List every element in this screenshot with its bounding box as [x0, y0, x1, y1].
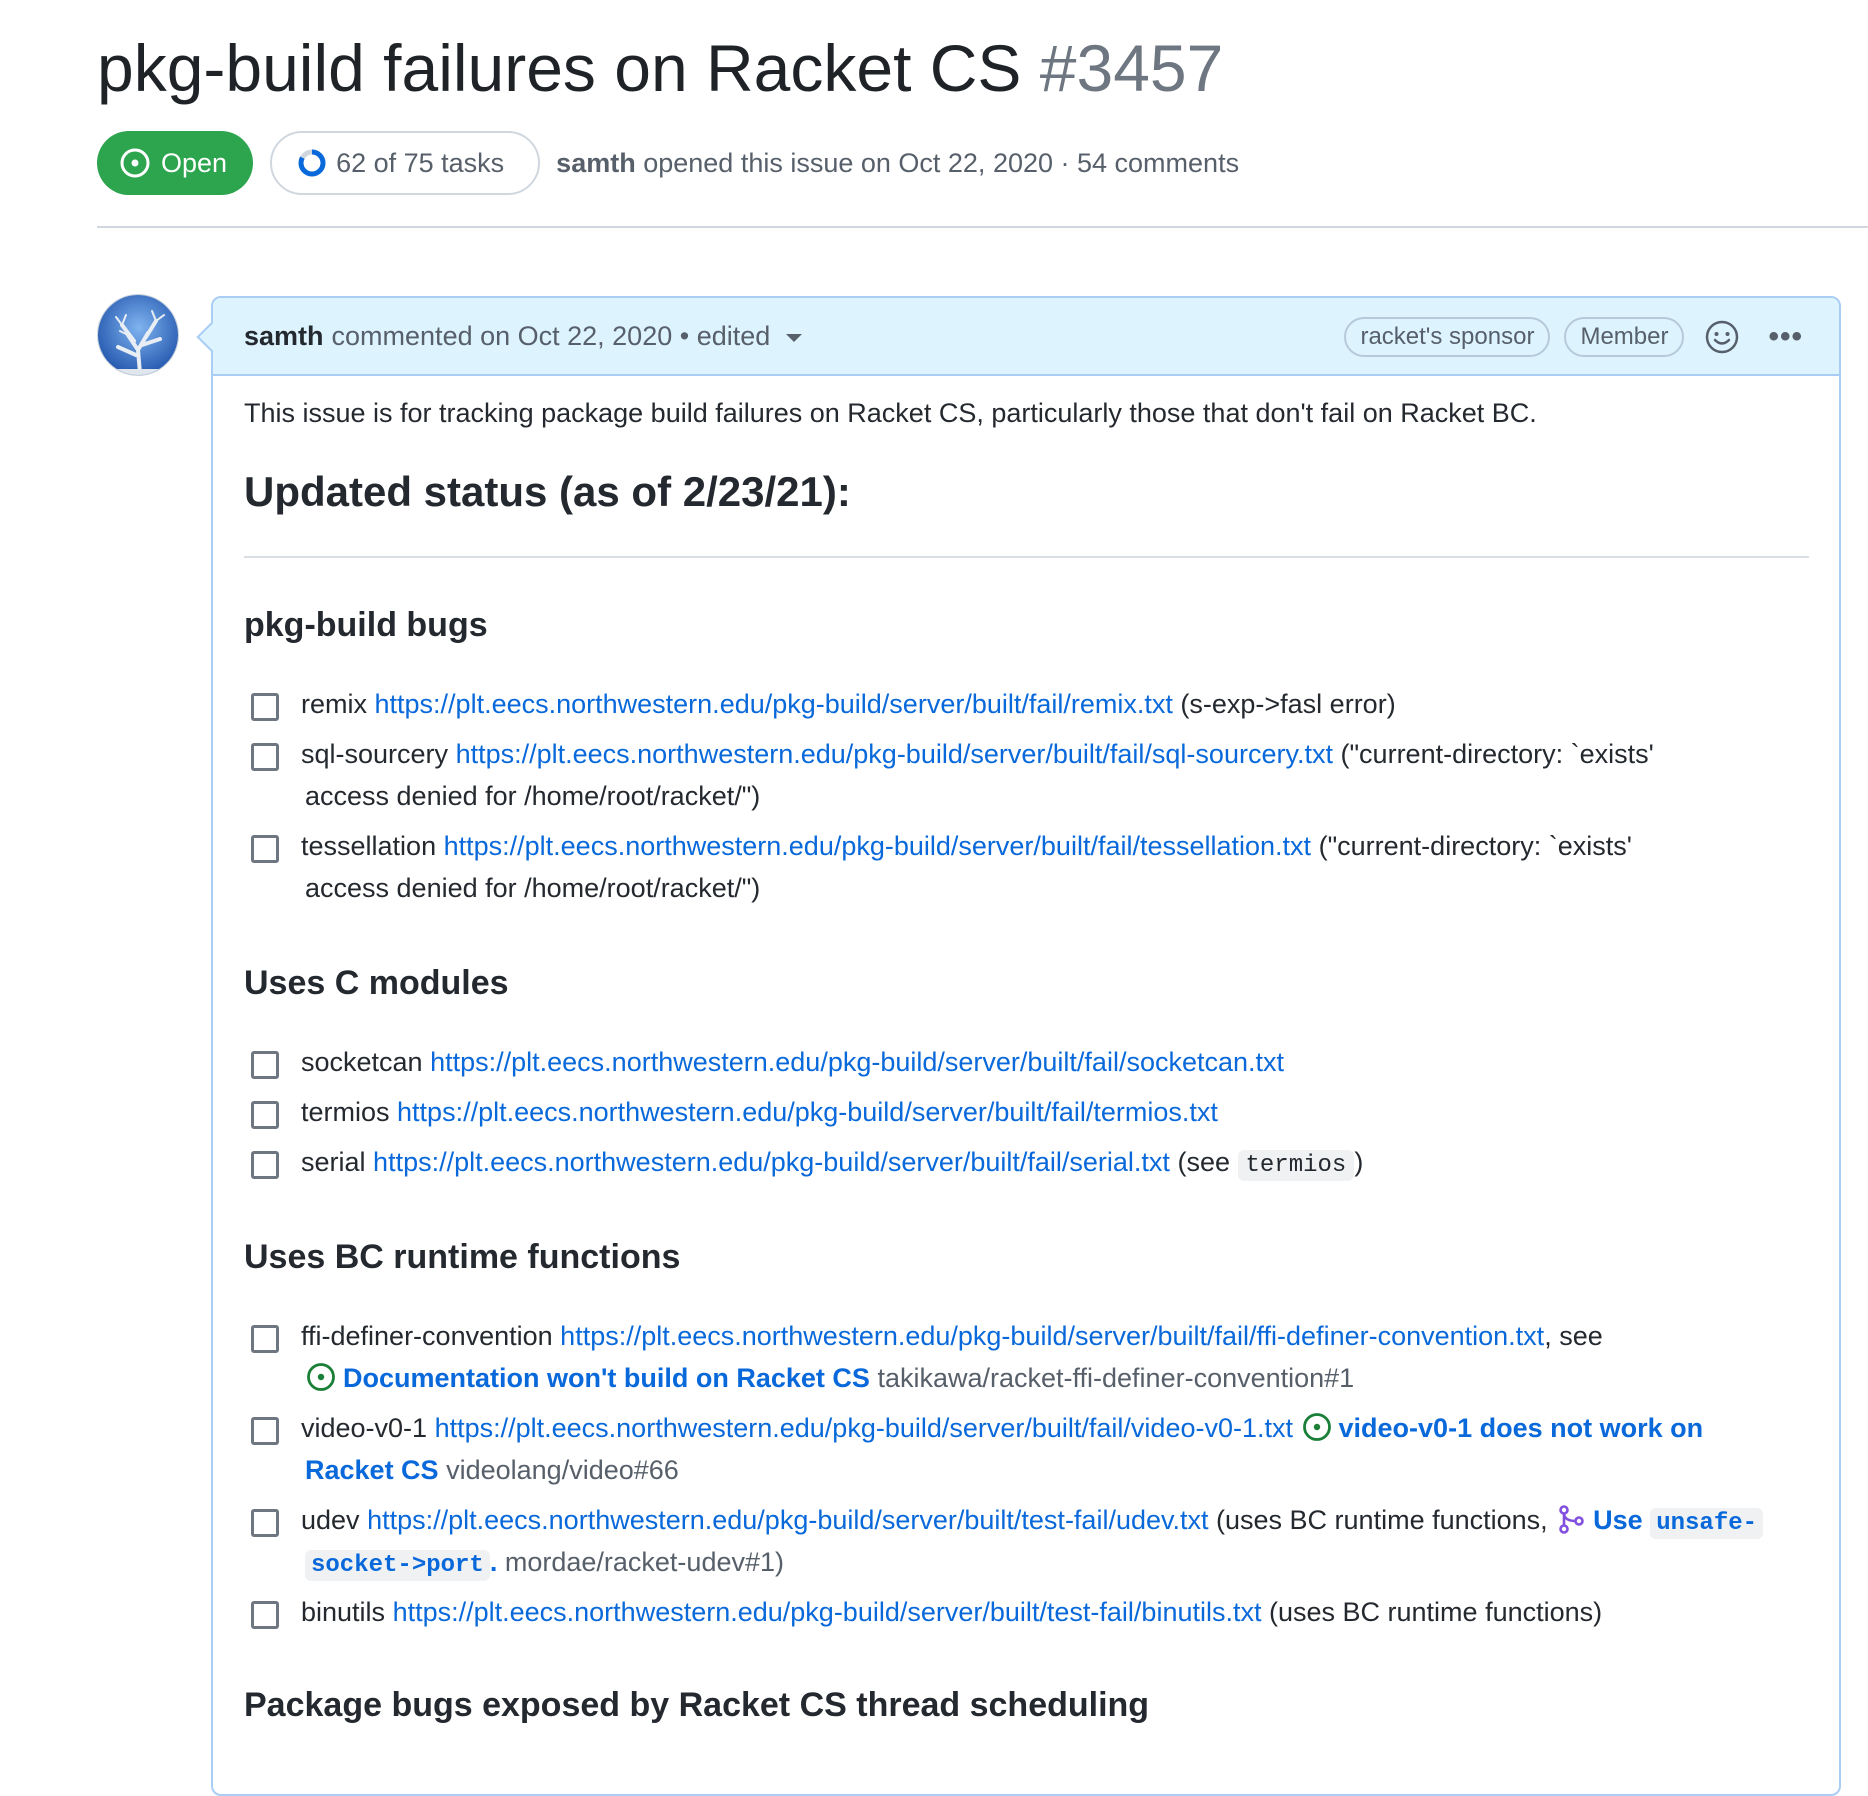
task-note: ("current-directory: `exists'	[1318, 831, 1632, 861]
task-name: udev	[301, 1505, 360, 1535]
task-link[interactable]: https://plt.eecs.northwestern.edu/pkg-bu…	[560, 1321, 1544, 1351]
issue-reference-link[interactable]: Documentation won't build on Racket CS	[343, 1363, 870, 1393]
comment-author[interactable]: samth	[244, 321, 324, 352]
checkbox-icon[interactable]	[251, 1601, 279, 1629]
task-note: (s-exp->fasl error)	[1180, 689, 1396, 719]
header-divider	[97, 226, 1868, 228]
issue-reference-repo[interactable]: takikawa/racket-ffi-definer-convention#1	[877, 1363, 1354, 1393]
checkbox-icon[interactable]	[251, 743, 279, 771]
member-badge: Member	[1564, 317, 1685, 357]
task-note: ("current-directory: `exists'	[1340, 739, 1654, 769]
section-heading-c-modules: Uses C modules	[244, 964, 509, 1002]
checkbox-icon[interactable]	[251, 693, 279, 721]
kebab-icon[interactable]: •••	[1768, 320, 1803, 354]
task-link[interactable]: https://plt.eecs.northwestern.edu/pkg-bu…	[444, 831, 1311, 861]
task-note: (see	[1177, 1147, 1230, 1177]
task-name: termios	[301, 1097, 390, 1127]
edit-history-caret-icon[interactable]	[786, 334, 803, 342]
checkbox-icon[interactable]	[251, 1325, 279, 1353]
task-name: sql-sourcery	[301, 739, 449, 769]
issue-comment: samth commented on Oct 22, 2020 • edited…	[211, 296, 1841, 1796]
checkbox-icon[interactable]	[251, 1151, 279, 1179]
comment-body: This issue is for tracking package build…	[213, 376, 1839, 1794]
task-link[interactable]: https://plt.eecs.northwestern.edu/pkg-bu…	[373, 1147, 1170, 1177]
sponsor-badge: racket's sponsor	[1344, 317, 1551, 357]
checkbox-icon[interactable]	[251, 1101, 279, 1129]
task-note: (uses BC runtime functions)	[1269, 1597, 1603, 1627]
status-heading: Updated status (as of 2/23/21):	[244, 468, 851, 515]
task-name: serial	[301, 1147, 366, 1177]
pr-reference-code-continued[interactable]: socket->port	[305, 1550, 490, 1581]
task-name: socketcan	[301, 1047, 423, 1077]
task-link[interactable]: https://plt.eecs.northwestern.edu/pkg-bu…	[435, 1413, 1293, 1443]
tasks-progress[interactable]: 62 of 75 tasks	[270, 131, 541, 195]
pr-reference-code[interactable]: unsafe-	[1650, 1508, 1764, 1539]
issue-title: pkg-build failures on Racket CS #3457	[97, 28, 1223, 108]
task-name: ffi-definer-convention	[301, 1321, 553, 1351]
task-note-continued: access denied for /home/root/racket/")	[305, 781, 761, 811]
issue-title-text: pkg-build failures on Racket CS	[97, 31, 1022, 105]
issue-reference-repo[interactable]: videolang/video#66	[446, 1455, 679, 1485]
opened-text: samth opened this issue on Oct 22, 2020 …	[556, 148, 1239, 179]
issue-reference-link[interactable]: video-v0-1 does not work on	[1339, 1413, 1704, 1443]
checkbox-icon[interactable]	[251, 835, 279, 863]
task-name: binutils	[301, 1597, 386, 1627]
task-link[interactable]: https://plt.eecs.northwestern.edu/pkg-bu…	[375, 689, 1173, 719]
section-heading-thread-scheduling: Package bugs exposed by Racket CS thread…	[244, 1686, 1150, 1724]
task-name: video-v0-1	[301, 1413, 428, 1443]
issue-open-icon	[307, 1363, 335, 1391]
state-label: Open	[161, 147, 228, 178]
intro-paragraph: This issue is for tracking package build…	[244, 398, 1537, 428]
checkbox-icon[interactable]	[251, 1417, 279, 1445]
task-note-continued: access denied for /home/root/racket/")	[305, 873, 761, 903]
issue-number: #3457	[1039, 31, 1224, 105]
comment-header-actions: racket's sponsor Member •••	[1330, 298, 1803, 376]
issue-meta-row: Open 62 of 75 tasks samth opened this is…	[97, 131, 1239, 195]
git-merge-icon	[1559, 1505, 1584, 1534]
state-badge: Open	[97, 131, 254, 195]
checkbox-icon[interactable]	[251, 1051, 279, 1079]
task-link[interactable]: https://plt.eecs.northwestern.edu/pkg-bu…	[367, 1505, 1208, 1535]
task-name: remix	[301, 689, 367, 719]
issue-reference-link-continued[interactable]: Racket CS	[305, 1455, 439, 1485]
avatar[interactable]	[97, 294, 179, 376]
task-note: (uses BC runtime functions,	[1216, 1505, 1548, 1535]
tasks-label: 62 of 75 tasks	[336, 147, 505, 178]
task-link[interactable]: https://plt.eecs.northwestern.edu/pkg-bu…	[430, 1047, 1284, 1077]
comment-meta[interactable]: commented on Oct 22, 2020 • edited	[332, 321, 771, 352]
task-note-end: )	[1354, 1147, 1364, 1177]
avatar-image	[98, 295, 178, 375]
issue-open-icon	[1302, 1413, 1331, 1441]
checkbox-icon[interactable]	[251, 1509, 279, 1537]
section-heading-bc-runtime: Uses BC runtime functions	[244, 1238, 681, 1276]
task-link[interactable]: https://plt.eecs.northwestern.edu/pkg-bu…	[397, 1097, 1218, 1127]
pr-reference-link[interactable]: Use	[1593, 1505, 1643, 1535]
task-name: tessellation	[301, 831, 437, 861]
issue-author-link[interactable]: samth	[556, 148, 636, 178]
task-link[interactable]: https://plt.eecs.northwestern.edu/pkg-bu…	[456, 739, 1333, 769]
issue-open-icon	[120, 148, 150, 178]
pr-reference-repo[interactable]: mordae/racket-udev#1)	[505, 1547, 784, 1577]
inline-code: termios	[1237, 1150, 1355, 1181]
pr-reference-dot[interactable]: .	[490, 1547, 498, 1577]
heading-divider	[244, 556, 1809, 558]
smiley-icon[interactable]	[1704, 319, 1740, 355]
task-sep: , see	[1544, 1321, 1603, 1351]
opened-meta: opened this issue on Oct 22, 2020 · 54 c…	[643, 147, 1240, 178]
section-heading-pkg-build-bugs: pkg-build bugs	[244, 606, 488, 644]
task-link[interactable]: https://plt.eecs.northwestern.edu/pkg-bu…	[393, 1597, 1262, 1627]
task-progress-icon	[298, 149, 326, 177]
comment-header: samth commented on Oct 22, 2020 • edited…	[213, 298, 1839, 376]
